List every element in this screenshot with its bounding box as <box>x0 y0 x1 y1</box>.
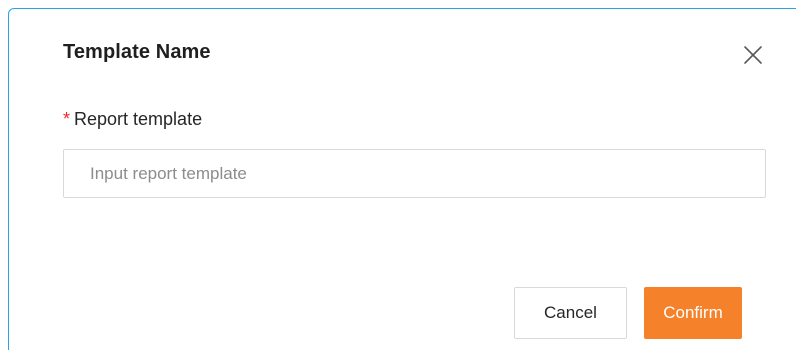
required-marker: * <box>63 109 71 129</box>
close-icon <box>744 46 762 64</box>
report-template-label-text: Report template <box>74 109 203 129</box>
close-button[interactable] <box>739 41 767 69</box>
dialog-title: Template Name <box>63 41 211 63</box>
report-template-input[interactable] <box>63 149 766 198</box>
cancel-button[interactable]: Cancel <box>514 287 627 339</box>
report-template-label: * Report template <box>63 109 202 130</box>
confirm-button[interactable]: Confirm <box>644 287 742 339</box>
template-name-dialog: Template Name *Report template Cancel Co… <box>8 8 796 350</box>
